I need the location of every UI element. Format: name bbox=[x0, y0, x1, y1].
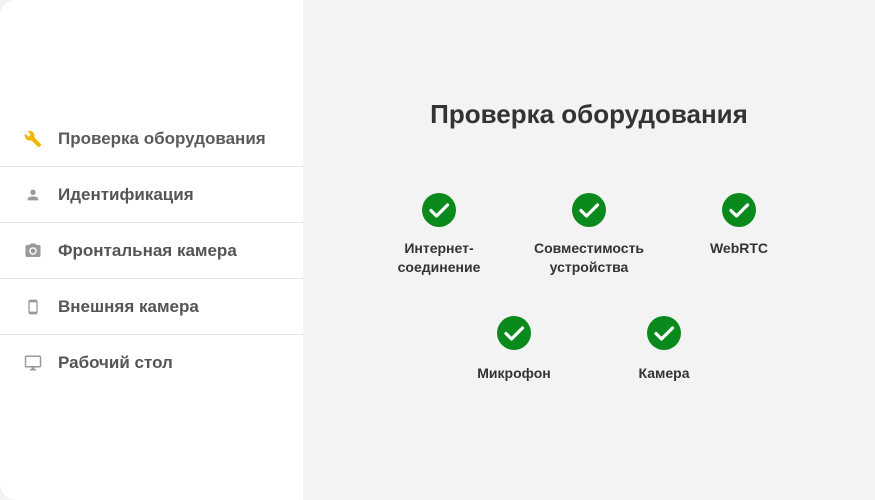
check-label-text: WebRTC bbox=[709, 240, 769, 256]
page-title: Проверка оборудования bbox=[430, 99, 748, 129]
person-icon bbox=[24, 186, 42, 204]
sidebar-item-identification[interactable]: Идентификация bbox=[0, 167, 303, 223]
sidebar-item-label: Рабочий стол bbox=[58, 352, 173, 372]
wrench-icon bbox=[24, 130, 42, 148]
sidebar-item-label: Внешняя камера bbox=[58, 296, 199, 316]
check-label-text: Совместимость устройства bbox=[533, 240, 645, 275]
check-circle-icon bbox=[572, 193, 606, 227]
main-panel: Проверка оборудования Интернет- соединен… bbox=[303, 0, 875, 500]
sidebar-item-label: Проверка оборудования bbox=[58, 128, 266, 148]
sidebar-item-label: Идентификация bbox=[58, 184, 194, 204]
check-circle-icon bbox=[497, 316, 531, 350]
monitor-icon bbox=[24, 354, 42, 372]
check-label: Совместимость устройства bbox=[529, 239, 649, 277]
camera-icon bbox=[24, 242, 42, 260]
check-label-text: Интернет- соединение bbox=[397, 240, 481, 275]
check-circle-icon bbox=[647, 316, 681, 350]
check-item-compatibility: Совместимость устройства bbox=[529, 193, 649, 277]
sidebar-item-front-camera[interactable]: Фронтальная камера bbox=[0, 223, 303, 279]
app-window: Проверка оборудования Идентификация Фрон… bbox=[0, 0, 875, 500]
sidebar-item-desktop[interactable]: Рабочий стол bbox=[0, 335, 303, 390]
check-label-text: Камера bbox=[638, 365, 690, 381]
sidebar-item-label: Фронтальная камера bbox=[58, 240, 237, 260]
sidebar-nav: Проверка оборудования Идентификация Фрон… bbox=[0, 111, 303, 390]
check-item-internet: Интернет- соединение bbox=[379, 193, 499, 277]
check-label: Камера bbox=[604, 364, 724, 383]
check-label: WebRTC bbox=[679, 239, 799, 258]
check-label: Интернет- соединение bbox=[379, 239, 499, 277]
check-circle-icon bbox=[422, 193, 456, 227]
sidebar: Проверка оборудования Идентификация Фрон… bbox=[0, 0, 303, 500]
sidebar-item-external-camera[interactable]: Внешняя камера bbox=[0, 279, 303, 335]
check-circle-icon bbox=[722, 193, 756, 227]
check-item-microphone: Микрофон bbox=[454, 316, 574, 383]
check-label-text: Микрофон bbox=[477, 365, 551, 381]
check-item-camera: Камера bbox=[604, 316, 724, 383]
sidebar-item-hardware-check[interactable]: Проверка оборудования bbox=[0, 111, 303, 167]
check-item-webrtc: WebRTC bbox=[679, 193, 799, 258]
check-label: Микрофон bbox=[454, 364, 574, 383]
phone-icon bbox=[24, 298, 42, 316]
